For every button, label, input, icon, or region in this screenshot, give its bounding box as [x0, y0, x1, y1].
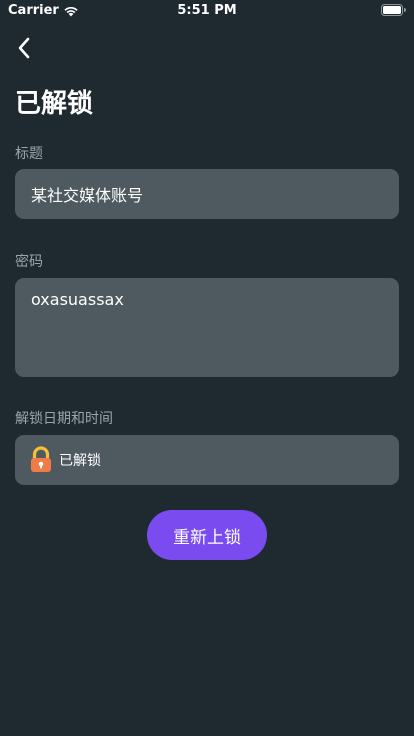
page-title: 已解锁	[15, 89, 94, 119]
password-label: 密码	[15, 254, 43, 270]
unlock-datetime-field: 已解锁	[15, 435, 399, 485]
unlock-datetime-label: 解锁日期和时间	[15, 411, 113, 427]
chevron-left-icon	[18, 37, 30, 59]
relock-button[interactable]: 重新上锁	[147, 510, 267, 560]
title-value: 某社交媒体账号	[31, 186, 144, 205]
unlocked-padlock-icon	[31, 446, 51, 472]
battery-icon	[381, 4, 406, 16]
password-field[interactable]: oxasuassax	[15, 278, 399, 377]
back-button[interactable]	[10, 34, 38, 62]
status-time: 5:51 PM	[177, 3, 237, 18]
title-field[interactable]: 某社交媒体账号	[15, 169, 399, 219]
password-value: oxasuassax	[31, 290, 124, 309]
status-bar: Carrier 5:51 PM	[0, 0, 414, 22]
title-label: 标题	[15, 146, 43, 162]
unlock-status: 已解锁	[59, 453, 101, 469]
